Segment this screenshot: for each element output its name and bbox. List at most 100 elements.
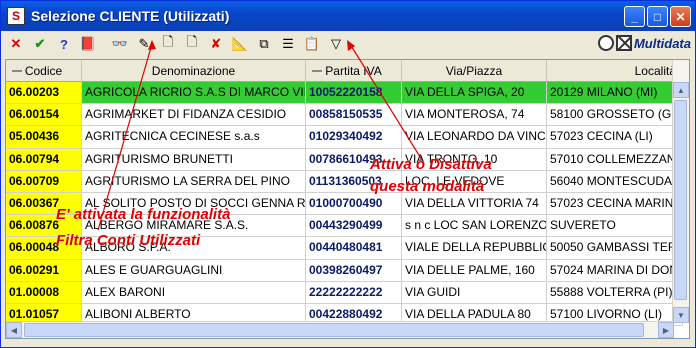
cell-localita[interactable]: 57010 COLLEMEZZANO (LI) <box>547 148 683 170</box>
maximize-button[interactable]: □ <box>647 6 668 27</box>
cell-codice[interactable]: 06.00876 <box>6 215 82 237</box>
copy-icon[interactable]: ⧉ <box>253 34 275 54</box>
column-header-denominazione[interactable]: Denominazione <box>82 60 306 82</box>
cell-codice[interactable]: 06.00709 <box>6 170 82 192</box>
table-row[interactable]: 01.00008 ALEX BARONI 22222222222 VIA GUIDI 5… <box>6 281 683 304</box>
cell-localita[interactable]: 50050 GAMBASSI TERME (FI) <box>547 237 683 259</box>
cell-denominazione[interactable]: AGRITURISMO BRUNETTI <box>82 148 306 170</box>
table-row[interactable]: 05.00436 AGRITECNICA CECINESE s.a.s 010293… <box>6 126 683 149</box>
column-header-via-piazza[interactable]: Via/Piazza <box>402 60 547 82</box>
close-button[interactable]: ✕ <box>670 6 691 27</box>
binoculars-icon[interactable]: 👓 <box>109 34 131 54</box>
cell-via-piazza[interactable]: LOC. LE VEDOVE <box>402 170 547 192</box>
scroll-right-button[interactable]: ▶ <box>658 322 674 338</box>
cell-denominazione[interactable]: ALBERGO MIRAMARE S.A.S. <box>82 215 306 237</box>
vertical-scroll-thumb[interactable] <box>674 100 687 300</box>
cell-localita[interactable]: 57023 CECINA (LI) <box>547 126 683 148</box>
ruler-icon[interactable]: 📐 <box>229 34 251 54</box>
scroll-down-button[interactable]: ▼ <box>673 307 689 323</box>
column-header-localita[interactable]: Località <box>547 60 683 82</box>
brand-name: Multidata <box>633 35 691 51</box>
cell-denominazione[interactable]: ALEX BARONI <box>82 281 306 303</box>
cell-partita-iva[interactable]: 01029340492 <box>306 126 402 148</box>
window-title: Selezione CLIENTE (Utilizzati) <box>31 8 230 24</box>
cell-denominazione[interactable]: AL SOLITO POSTO DI SOCCI GENNA RINA <box>82 192 306 215</box>
confirm-check-icon[interactable]: ✔ <box>29 34 51 54</box>
brand-logo: Multidata <box>597 33 691 53</box>
delete-doc-icon[interactable]: ✘ <box>205 34 227 54</box>
cell-denominazione[interactable]: AGRITURISMO LA SERRA DEL PINO <box>82 170 306 192</box>
title-bar[interactable]: S Selezione CLIENTE (Utilizzati) _ □ ✕ <box>1 1 695 31</box>
cell-localita[interactable]: 55888 VOLTERRA (PI) <box>547 281 683 303</box>
list-icon[interactable]: ☰ <box>277 34 299 54</box>
cell-denominazione[interactable]: AGRITECNICA CECINESE s.a.s <box>82 126 306 148</box>
scroll-up-button[interactable]: ▲ <box>673 82 689 98</box>
new-page-icon[interactable]: 🗋 <box>181 34 203 54</box>
document-icon[interactable]: 🗋 <box>157 34 179 54</box>
table-row[interactable]: 06.00709 AGRITURISMO LA SERRA DEL PINO 011… <box>6 170 683 193</box>
cell-codice[interactable]: 06.00154 <box>6 104 82 126</box>
toolbar: ✕ ✔ ? 📕 👓 ✎ 🗋 🗋 ✘ 📐 ⧉ ☰ 📋 ▽ Multidata <box>5 33 693 55</box>
minimize-button[interactable]: _ <box>624 6 645 27</box>
cell-via-piazza[interactable]: VIA LEONARDO DA VINCI 2 <box>402 126 547 148</box>
cell-localita[interactable]: 57023 CECINA MARINA (LI) <box>547 192 683 215</box>
cell-via-piazza[interactable]: VIA DELLE PALME, 160 <box>402 259 547 281</box>
table-row[interactable]: 06.00048 ALBORO S.P.A. 00440480481 VIALE DE… <box>6 237 683 260</box>
vertical-scrollbar[interactable]: ▲ ▼ <box>672 60 689 323</box>
grid-header: Codice Denominazione Partita IVA Via/Pia… <box>6 60 683 82</box>
cell-via-piazza[interactable]: VIA DELLA VITTORIA 74 <box>402 192 547 215</box>
cell-codice[interactable]: 01.00008 <box>6 281 82 303</box>
cell-codice[interactable]: 06.00794 <box>6 148 82 170</box>
cell-localita[interactable]: 57024 MARINA DI DONORATICO <box>547 259 683 281</box>
cell-via-piazza[interactable]: VIA MONTEROSA, 74 <box>402 104 547 126</box>
paste-icon[interactable]: 📋 <box>301 34 323 54</box>
cell-partita-iva[interactable]: 10052220158 <box>306 82 402 104</box>
cell-via-piazza[interactable]: VIA GUIDI <box>402 281 547 303</box>
client-grid: Codice Denominazione Partita IVA Via/Pia… <box>5 59 690 339</box>
cell-partita-iva[interactable]: 00398260497 <box>306 259 402 281</box>
cell-localita[interactable]: 56040 MONTESCUDAIO (PI) <box>547 170 683 192</box>
cell-via-piazza[interactable]: s n c LOC SAN LORENZO <box>402 215 547 237</box>
cell-partita-iva[interactable]: 00858150535 <box>306 104 402 126</box>
table-row[interactable]: 06.00367 AL SOLITO POSTO DI SOCCI GENNA R… <box>6 192 683 216</box>
cell-denominazione[interactable]: AGRIMARKET DI FIDANZA CESIDIO <box>82 104 306 126</box>
cell-codice[interactable]: 06.00291 <box>6 259 82 281</box>
table-row[interactable]: 06.00203 AGRICOLA RICRIO S.A.S DI MARCO V… <box>6 82 683 105</box>
cell-codice[interactable]: 05.00436 <box>6 126 82 148</box>
column-header-codice[interactable]: Codice <box>6 60 82 82</box>
cell-via-piazza[interactable]: VIALE DELLA REPUBBLICA <box>402 237 547 259</box>
cell-denominazione[interactable]: ALBORO S.P.A. <box>82 237 306 259</box>
cell-localita[interactable]: 20129 MILANO (MI) <box>547 82 683 104</box>
cell-denominazione[interactable]: ALES E GUARGUAGLINI <box>82 259 306 281</box>
cancel-x-icon[interactable]: ✕ <box>5 34 27 54</box>
column-header-partita-iva[interactable]: Partita IVA <box>306 60 402 82</box>
help-question-icon[interactable]: ? <box>53 34 75 54</box>
cell-codice[interactable]: 06.00367 <box>6 192 82 215</box>
table-row[interactable]: 06.00794 AGRITURISMO BRUNETTI 00786610493 V… <box>6 148 683 171</box>
horizontal-scroll-thumb[interactable] <box>24 323 644 337</box>
edit-icon[interactable]: ✎ <box>133 34 155 54</box>
grid-rows: 06.00203 AGRICOLA RICRIO S.A.S DI MARCO V… <box>6 82 683 327</box>
cell-partita-iva[interactable]: 00440480481 <box>306 237 402 259</box>
filter-funnel-icon[interactable]: ▽ <box>325 34 347 54</box>
cell-codice[interactable]: 06.00203 <box>6 82 82 104</box>
cell-localita[interactable]: SUVERETO <box>547 215 683 237</box>
cell-partita-iva[interactable]: 01000700490 <box>306 192 402 215</box>
cell-partita-iva[interactable]: 00786610493 <box>306 148 402 170</box>
cell-via-piazza[interactable]: VIA TRONTO, 10 <box>402 148 547 170</box>
cell-denominazione[interactable]: AGRICOLA RICRIO S.A.S DI MARCO VINC <box>82 82 306 104</box>
cell-via-piazza[interactable]: VIA DELLA SPIGA, 20 <box>402 82 547 104</box>
cell-partita-iva[interactable]: 01131360503 <box>306 170 402 192</box>
cell-codice[interactable]: 06.00048 <box>6 237 82 259</box>
table-row[interactable]: 06.00154 AGRIMARKET DI FIDANZA CESIDIO 008… <box>6 104 683 127</box>
book-icon[interactable]: 📕 <box>77 34 99 54</box>
table-row[interactable]: 06.00876 ALBERGO MIRAMARE S.A.S. 004432904… <box>6 215 683 238</box>
scroll-left-button[interactable]: ◀ <box>6 322 22 338</box>
cell-partita-iva[interactable]: 00443290499 <box>306 215 402 237</box>
table-row[interactable]: 06.00291 ALES E GUARGUAGLINI 00398260497 VI… <box>6 259 683 282</box>
cell-partita-iva[interactable]: 22222222222 <box>306 281 402 303</box>
cell-localita[interactable]: 58100 GROSSETO (GR) <box>547 104 683 126</box>
circle-icon <box>597 35 614 51</box>
horizontal-scrollbar[interactable]: ◀ ▶ <box>6 321 674 338</box>
box-x-icon <box>615 35 632 51</box>
